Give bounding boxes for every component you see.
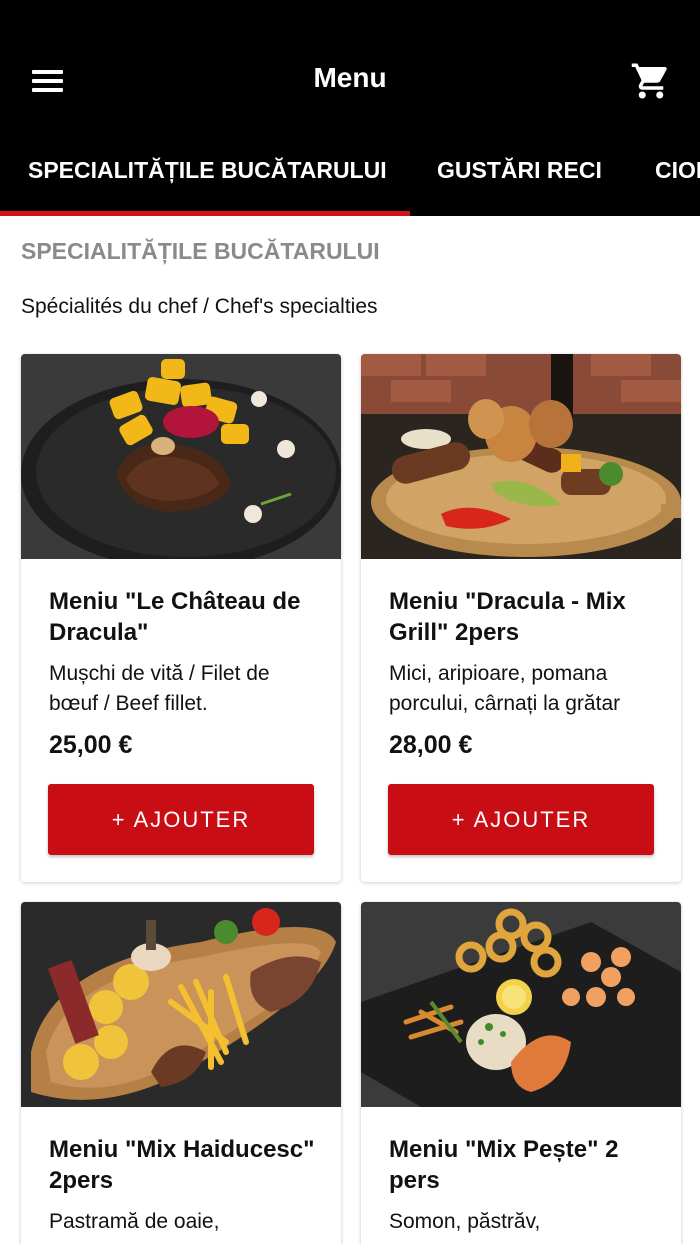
menu-item-card[interactable]: Meniu "Dracula - Mix Grill" 2pers Mici, … xyxy=(361,354,681,882)
item-description: Pastramă de oaie, xyxy=(49,1210,220,1233)
page-title: Menu xyxy=(313,62,387,93)
item-description: Mușchi de vită / Filet de bœuf / Beef fi… xyxy=(49,662,270,715)
item-price: 28,00 € xyxy=(389,731,473,759)
tab-specialitatile-bucatarului[interactable]: SPECIALITĂȚILE BUCĂTARULUI xyxy=(0,150,410,216)
item-name: Meniu "Dracula - Mix Grill" 2pers xyxy=(389,588,626,646)
tab-gustari-reci[interactable]: GUSTĂRI RECI xyxy=(437,150,602,216)
menu-item-card[interactable]: Meniu "Mix Haiducesc" 2pers Pastramă de … xyxy=(21,902,341,1244)
top-bar: Menu SPECIALITĂȚILE BUCĂTARULUI GUSTĂRI … xyxy=(0,0,700,216)
dish-photo xyxy=(361,354,681,559)
dish-photo xyxy=(21,354,341,559)
dish-photo xyxy=(21,902,341,1107)
section-title: SPECIALITĂȚILE BUCĂTARULUI xyxy=(21,238,380,264)
item-name: Meniu "Mix Haiducesc" 2pers xyxy=(49,1136,315,1194)
menu-item-card[interactable]: Meniu "Le Château de Dracula" Mușchi de … xyxy=(21,354,341,882)
tab-ciorbe[interactable]: CIORBE xyxy=(655,150,700,216)
add-to-cart-button[interactable]: + AJOUTER xyxy=(48,784,314,855)
category-tabs: SPECIALITĂȚILE BUCĂTARULUI GUSTĂRI RECI … xyxy=(0,150,700,216)
item-description: Mici, aripioare, pomana porcului, cârnaț… xyxy=(389,662,621,715)
add-to-cart-button[interactable]: + AJOUTER xyxy=(388,784,654,855)
item-name: Meniu "Le Château de Dracula" xyxy=(49,588,301,646)
item-description: Somon, păstrăv, xyxy=(389,1210,541,1233)
item-name: Meniu "Mix Pește" 2 pers xyxy=(389,1136,619,1194)
menu-item-card[interactable]: Meniu "Mix Pește" 2 pers Somon, păstrăv, xyxy=(361,902,681,1244)
shopping-cart-icon[interactable] xyxy=(630,60,672,102)
section-subtitle: Spécialités du chef / Chef's specialties xyxy=(21,295,378,318)
app-bar: Menu xyxy=(0,0,700,150)
dish-photo xyxy=(361,902,681,1107)
item-price: 25,00 € xyxy=(49,731,133,759)
